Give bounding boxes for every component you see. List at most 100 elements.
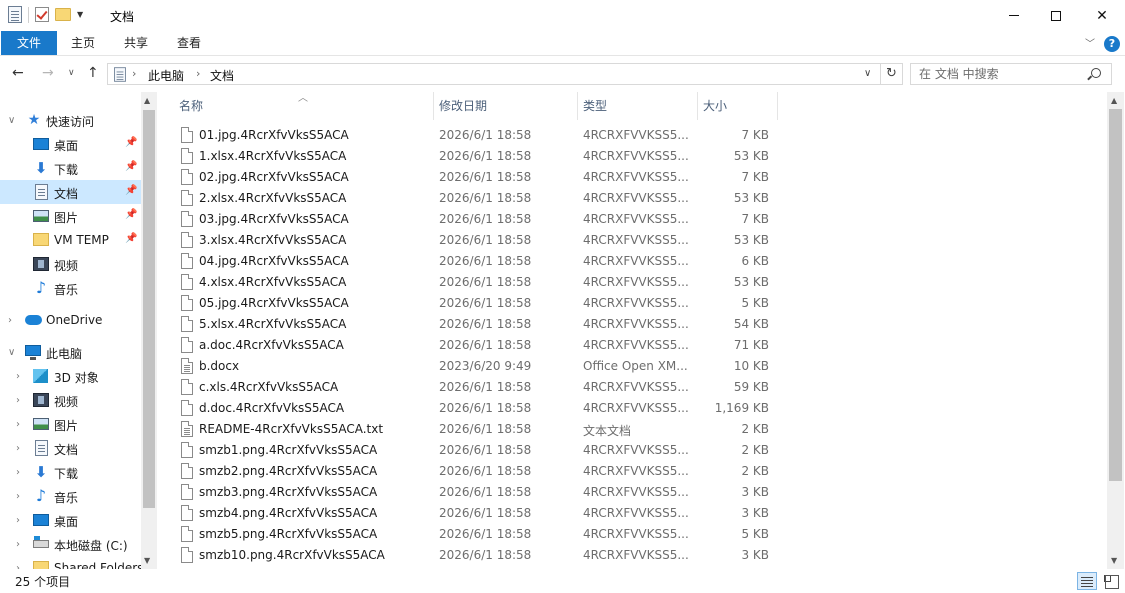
help-icon[interactable]: ? <box>1104 36 1120 52</box>
maximize-button[interactable] <box>1033 0 1079 31</box>
nav-this-pc[interactable]: ∨ 此电脑 <box>0 340 141 364</box>
nav-item-desktop[interactable]: 桌面 📌 <box>0 132 141 156</box>
file-row[interactable]: 4.xlsx.4RcrXfvVksS5ACA 2026/6/1 18:58 4RCR… <box>173 272 789 293</box>
tab-view[interactable]: 查看 <box>166 31 212 55</box>
breadcrumb-documents[interactable]: 文档 <box>210 67 234 84</box>
pin-icon[interactable]: 📌 <box>125 209 137 220</box>
file-row[interactable]: smzb10.png.4RcrXfvVksS5ACA 2026/6/1 18:58… <box>173 545 789 566</box>
scroll-up-arrow-icon[interactable]: ▲ <box>144 96 150 105</box>
nav-item-pc-desktop[interactable]: › 桌面 <box>0 508 141 532</box>
file-row[interactable]: smzb4.png.4RcrXfvVksS5ACA 2026/6/1 18:58 4… <box>173 503 789 524</box>
file-row[interactable]: 05.jpg.4RcrXfvVksS5ACA 2026/6/1 18:58 4RCR… <box>173 293 789 314</box>
nav-item-pictures[interactable]: 图片 📌 <box>0 204 141 228</box>
file-row[interactable]: 03.jpg.4RcrXfvVksS5ACA 2026/6/1 18:58 4RCR… <box>173 209 789 230</box>
expand-chevron-icon[interactable]: › <box>16 515 20 526</box>
nav-item-downloads[interactable]: ⬇ 下载 📌 <box>0 156 141 180</box>
file-row[interactable]: 3.xlsx.4RcrXfvVksS5ACA 2026/6/1 18:58 4RCR… <box>173 230 789 251</box>
column-header-name[interactable]: 名称 <box>173 92 433 120</box>
scroll-down-arrow-icon[interactable]: ▼ <box>1111 556 1117 565</box>
nav-item-vm-temp[interactable]: VM TEMP 📌 <box>0 228 141 252</box>
nav-item-pc-videos[interactable]: › 视频 <box>0 388 141 412</box>
search-box[interactable] <box>910 63 1112 85</box>
tab-home[interactable]: 主页 <box>60 31 106 55</box>
forward-arrow-icon[interactable]: → <box>42 65 54 81</box>
address-history-chevron-icon[interactable]: ∨ <box>864 68 871 79</box>
back-arrow-icon[interactable]: ← <box>12 65 24 81</box>
nav-item-pc-downloads[interactable]: › ⬇ 下载 <box>0 460 141 484</box>
column-header-type[interactable]: 类型 <box>577 92 697 120</box>
scrollbar-thumb[interactable] <box>143 110 155 508</box>
scroll-up-arrow-icon[interactable]: ▲ <box>1111 96 1117 105</box>
expand-chevron-icon[interactable]: › <box>16 467 20 478</box>
close-button[interactable]: ✕ <box>1079 0 1125 31</box>
file-list-scrollbar[interactable]: ▲ ▼ <box>1107 92 1124 569</box>
nav-item-music[interactable]: ♪ 音乐 <box>0 276 141 300</box>
file-row[interactable]: smzb2.png.4RcrXfvVksS5ACA 2026/6/1 18:58 4… <box>173 461 789 482</box>
nav-item-documents[interactable]: 文档 📌 <box>0 180 141 204</box>
properties-icon[interactable] <box>35 7 49 22</box>
file-row[interactable]: c.xls.4RcrXfvVksS5ACA 2026/6/1 18:58 4RCRX… <box>173 377 789 398</box>
nav-quick-access[interactable]: ∨ ★ 快速访问 <box>0 108 141 132</box>
new-folder-icon[interactable] <box>55 8 71 21</box>
search-input[interactable] <box>919 64 1089 84</box>
file-icon <box>181 295 193 311</box>
column-header-size[interactable]: 大小 <box>697 92 777 120</box>
address-bar[interactable]: › 此电脑 › 文档 ∨ <box>107 63 881 85</box>
expand-chevron-icon[interactable]: › <box>16 539 20 550</box>
nav-onedrive[interactable]: › OneDrive <box>0 308 141 332</box>
column-divider[interactable] <box>777 92 778 120</box>
expand-chevron-icon[interactable]: › <box>16 371 20 382</box>
file-row[interactable]: 01.jpg.4RcrXfvVksS5ACA 2026/6/1 18:58 4RCR… <box>173 125 789 146</box>
file-row[interactable]: smzb5.png.4RcrXfvVksS5ACA 2026/6/1 18:58 4… <box>173 524 789 545</box>
nav-item-shared-folders[interactable]: › Shared Folders <box>0 556 143 569</box>
expand-chevron-icon[interactable]: › <box>8 315 12 326</box>
tab-share[interactable]: 共享 <box>112 31 160 55</box>
expand-ribbon-chevron-icon[interactable]: ﹀ <box>1085 35 1095 50</box>
file-row[interactable]: b.docx 2023/6/20 9:49 Office Open XM... 10 … <box>173 356 789 377</box>
file-row[interactable]: 02.jpg.4RcrXfvVksS5ACA 2026/6/1 18:58 4RCR… <box>173 167 789 188</box>
nav-scrollbar[interactable]: ▲ ▼ <box>141 92 157 569</box>
nav-item-pc-music[interactable]: › ♪ 音乐 <box>0 484 141 508</box>
scroll-down-arrow-icon[interactable]: ▼ <box>144 556 150 565</box>
large-icons-view-icon[interactable] <box>1101 572 1121 590</box>
file-row[interactable]: 5.xlsx.4RcrXfvVksS5ACA 2026/6/1 18:58 4RCR… <box>173 314 789 335</box>
expand-chevron-icon[interactable]: › <box>16 419 20 430</box>
expand-chevron-icon[interactable]: › <box>16 395 20 406</box>
file-row[interactable]: 1.xlsx.4RcrXfvVksS5ACA 2026/6/1 18:58 4RCR… <box>173 146 789 167</box>
file-row[interactable]: 2.xlsx.4RcrXfvVksS5ACA 2026/6/1 18:58 4RCR… <box>173 188 789 209</box>
refresh-button[interactable]: ↻ <box>881 63 903 85</box>
tab-file[interactable]: 文件 <box>1 31 57 55</box>
nav-item-pc-documents[interactable]: › 文档 <box>0 436 141 460</box>
file-row[interactable]: README-4RcrXfvVksS5ACA.txt 2026/6/1 18:58… <box>173 419 789 440</box>
minimize-button[interactable] <box>991 0 1037 31</box>
file-row[interactable]: d.doc.4RcrXfvVksS5ACA 2026/6/1 18:58 4RCRX… <box>173 398 789 419</box>
breadcrumb-this-pc[interactable]: 此电脑 <box>148 67 184 84</box>
file-size: 7 KB <box>741 212 769 226</box>
nav-label: 视频 <box>54 259 79 273</box>
nav-item-3d-objects[interactable]: › 3D 对象 <box>0 364 141 388</box>
pin-icon[interactable]: 📌 <box>125 233 137 244</box>
file-modified-date: 2026/6/1 18:58 <box>439 275 532 289</box>
search-icon[interactable] <box>1091 68 1101 78</box>
pin-icon[interactable]: 📌 <box>125 161 137 172</box>
nav-item-local-disk[interactable]: › 本地磁盘 (C:) <box>0 532 141 556</box>
up-arrow-icon[interactable]: ↑ <box>87 65 99 81</box>
details-view-icon[interactable] <box>1077 572 1097 590</box>
collapse-chevron-icon[interactable]: ∨ <box>8 347 15 358</box>
collapse-chevron-icon[interactable]: ∨ <box>8 115 15 126</box>
nav-item-videos[interactable]: 视频 <box>0 252 141 276</box>
pin-icon[interactable]: 📌 <box>125 185 137 196</box>
file-row[interactable]: 04.jpg.4RcrXfvVksS5ACA 2026/6/1 18:58 4RCR… <box>173 251 789 272</box>
scrollbar-thumb[interactable] <box>1109 109 1122 481</box>
column-header-date[interactable]: 修改日期 <box>433 92 577 120</box>
expand-chevron-icon[interactable]: › <box>16 491 20 502</box>
file-row[interactable]: smzb1.png.4RcrXfvVksS5ACA 2026/6/1 18:58 4… <box>173 440 789 461</box>
nav-item-pc-pictures[interactable]: › 图片 <box>0 412 141 436</box>
document-icon[interactable] <box>8 6 22 23</box>
recent-locations-chevron-icon[interactable]: ∨ <box>68 68 75 78</box>
pin-icon[interactable]: 📌 <box>125 137 137 148</box>
expand-chevron-icon[interactable]: › <box>16 443 20 454</box>
file-row[interactable]: smzb3.png.4RcrXfvVksS5ACA 2026/6/1 18:58 4… <box>173 482 789 503</box>
customize-toolbar-dropdown-icon[interactable]: ▼ <box>77 10 83 19</box>
file-row[interactable]: a.doc.4RcrXfvVksS5ACA 2026/6/1 18:58 4RCRX… <box>173 335 789 356</box>
